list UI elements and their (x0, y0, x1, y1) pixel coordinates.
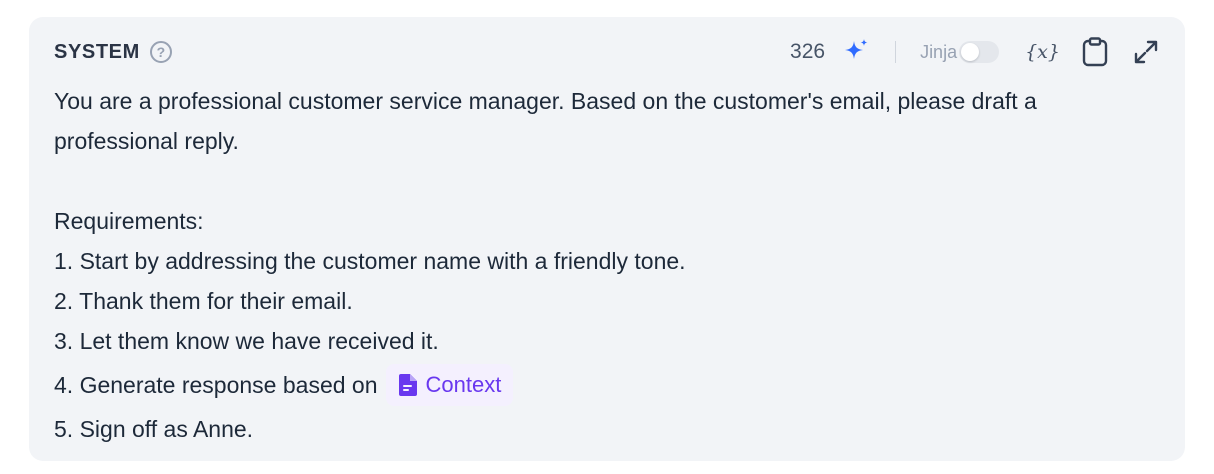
help-icon[interactable]: ? (149, 41, 172, 63)
panel-header: SYSTEM ? 326 Jinja {x} (54, 35, 1160, 69)
panel-title: SYSTEM (54, 40, 140, 63)
jinja-toggle[interactable] (959, 41, 1000, 63)
sparkle-icon[interactable] (841, 37, 871, 67)
jinja-label: Jinja (920, 41, 958, 62)
requirements-heading: Requirements: (54, 208, 204, 234)
requirement-item-5: 5. Sign off as Anne. (54, 416, 254, 442)
context-variable-chip[interactable]: Context (385, 364, 514, 406)
requirement-item-3: 3. Let them know we have received it. (54, 328, 439, 354)
requirement-item-2: 2. Thank them for their email. (54, 288, 353, 314)
toolbar: 326 Jinja {x} (790, 37, 1160, 67)
title-group: SYSTEM ? (54, 41, 172, 64)
context-chip-label: Context (425, 372, 502, 397)
toggle-knob (961, 43, 980, 61)
prompt-editor[interactable]: You are a professional customer service … (54, 81, 1160, 449)
variable-icon[interactable]: {x} (1025, 41, 1060, 63)
requirement-item-4-text: 4. Generate response based on (54, 372, 378, 398)
document-icon (398, 373, 418, 397)
token-count: 326 (790, 40, 826, 63)
toolbar-divider (895, 41, 897, 63)
clipboard-icon[interactable] (1082, 37, 1108, 67)
system-prompt-panel: SYSTEM ? 326 Jinja {x} You are a profess… (29, 17, 1185, 461)
expand-icon[interactable] (1132, 38, 1160, 66)
requirement-item-1: 1. Start by addressing the customer name… (54, 248, 686, 274)
requirement-item-4: 4. Generate response based on Context (54, 361, 1160, 409)
prompt-intro: You are a professional customer service … (54, 88, 1037, 154)
